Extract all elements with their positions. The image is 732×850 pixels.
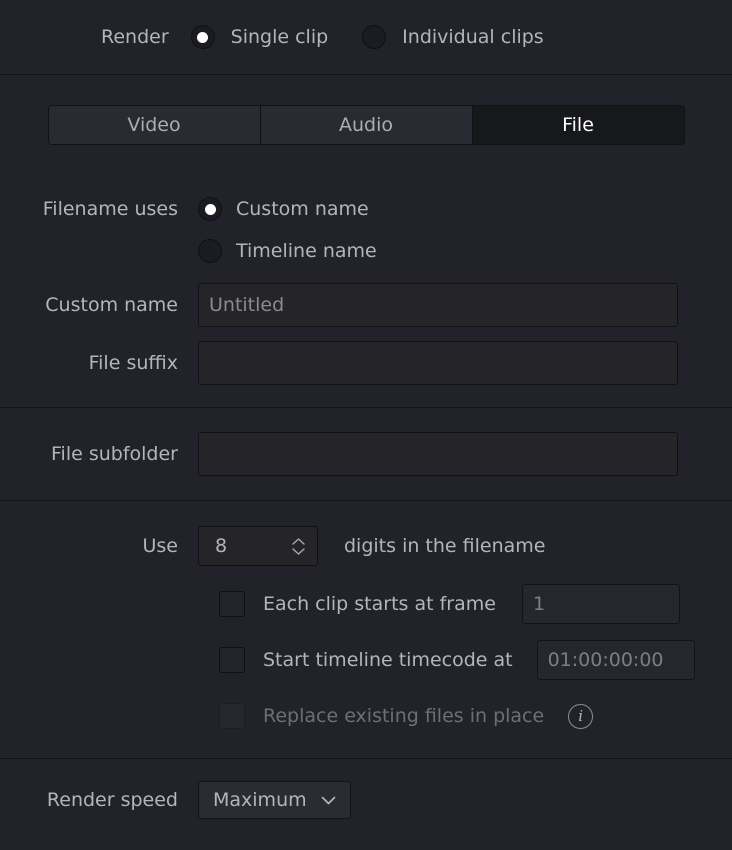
digits-stepper[interactable]: 8 xyxy=(198,526,318,566)
custom-name-value: Untitled xyxy=(209,294,285,316)
chevron-up-icon[interactable] xyxy=(292,537,305,545)
filename-option-custom-name-label: Custom name xyxy=(236,198,369,220)
stepper-arrows[interactable] xyxy=(292,537,305,555)
file-subfolder-input[interactable] xyxy=(198,432,678,476)
digits-row: Use 8 digits in the filename xyxy=(0,524,732,568)
checkbox-row-each-clip-starts-at-frame: Each clip starts at frame 1 xyxy=(0,584,732,624)
settings-tabbar: Video Audio File xyxy=(47,105,685,145)
start-frame-input[interactable]: 1 xyxy=(521,584,680,624)
tab-file[interactable]: File xyxy=(472,106,684,144)
filename-section: Filename uses Custom name Timeline name … xyxy=(0,175,732,408)
render-speed-value: Maximum xyxy=(213,789,307,811)
settings-tabbar-section: Video Audio File xyxy=(0,75,732,175)
render-label: Render xyxy=(101,26,169,48)
file-suffix-input[interactable] xyxy=(198,341,678,385)
filename-option-timeline-name[interactable]: Timeline name xyxy=(198,239,377,263)
filename-timeline-name-row: Timeline name xyxy=(0,231,732,271)
radio-individual-clips-icon[interactable] xyxy=(362,25,387,49)
radio-single-clip-icon[interactable] xyxy=(190,25,215,49)
digits-options-section: Use 8 digits in the filename Each clip s… xyxy=(0,501,732,759)
checkbox-replace-existing-files xyxy=(219,703,245,729)
digits-suffix-label: digits in the filename xyxy=(344,535,546,557)
render-option-single-clip[interactable]: Single clip xyxy=(190,25,329,49)
radio-timeline-name-icon[interactable] xyxy=(198,239,222,263)
radio-custom-name-icon[interactable] xyxy=(198,197,222,221)
filename-uses-label: Filename uses xyxy=(42,198,178,220)
file-suffix-label: File suffix xyxy=(88,352,178,374)
render-mode-radio-group: Single clip Individual clips xyxy=(190,25,544,49)
start-timecode-value: 01:00:00:00 xyxy=(547,649,664,671)
filename-option-timeline-name-label: Timeline name xyxy=(236,240,377,262)
info-icon[interactable]: i xyxy=(568,703,594,729)
start-frame-value: 1 xyxy=(532,593,546,615)
digits-value: 8 xyxy=(215,535,228,557)
custom-name-input[interactable]: Untitled xyxy=(198,283,678,327)
file-subfolder-section: File subfolder xyxy=(0,408,732,501)
checkbox-start-timeline-timecode-at-label: Start timeline timecode at xyxy=(263,649,513,671)
custom-name-label: Custom name xyxy=(45,294,178,316)
render-option-individual-clips[interactable]: Individual clips xyxy=(362,25,544,49)
checkbox-row-replace-existing-files: Replace existing files in place i xyxy=(0,696,732,736)
render-speed-dropdown[interactable]: Maximum xyxy=(198,781,351,819)
checkbox-each-clip-starts-at-frame-label: Each clip starts at frame xyxy=(263,593,496,615)
checkbox-start-timeline-timecode-at[interactable] xyxy=(219,647,245,673)
custom-name-row: Custom name Untitled xyxy=(0,283,732,327)
render-option-individual-clips-label: Individual clips xyxy=(402,26,544,48)
chevron-down-icon xyxy=(321,796,335,804)
start-timecode-input[interactable]: 01:00:00:00 xyxy=(536,640,695,680)
render-speed-section: Render speed Maximum xyxy=(0,759,732,843)
use-digits-label: Use xyxy=(142,535,179,557)
filename-option-custom-name[interactable]: Custom name xyxy=(198,197,369,221)
chevron-down-icon[interactable] xyxy=(292,547,305,555)
tab-audio[interactable]: Audio xyxy=(260,106,473,144)
render-speed-label: Render speed xyxy=(46,789,178,811)
render-mode-section: Render Single clip Individual clips xyxy=(0,0,732,75)
render-settings-panel: Render Single clip Individual clips Vide… xyxy=(0,0,732,850)
checkbox-replace-existing-files-label: Replace existing files in place xyxy=(263,705,545,727)
checkbox-row-start-timeline-timecode-at: Start timeline timecode at 01:00:00:00 xyxy=(0,640,732,680)
file-subfolder-row: File subfolder xyxy=(0,432,732,476)
render-option-single-clip-label: Single clip xyxy=(230,26,329,48)
tab-video[interactable]: Video xyxy=(48,106,261,144)
filename-uses-row: Filename uses Custom name xyxy=(0,187,732,231)
file-suffix-row: File suffix xyxy=(0,341,732,385)
checkbox-each-clip-starts-at-frame[interactable] xyxy=(219,591,245,617)
render-speed-row: Render speed Maximum xyxy=(0,781,732,819)
file-subfolder-label: File subfolder xyxy=(51,443,178,465)
